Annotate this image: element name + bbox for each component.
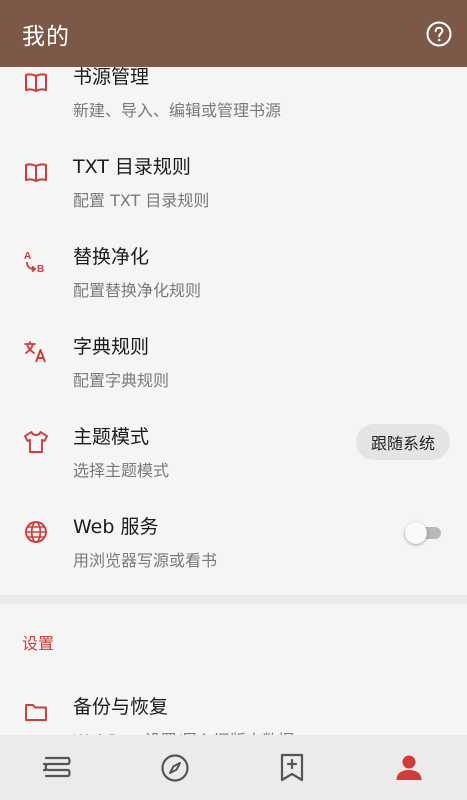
theme-mode-value-button[interactable]: 跟随系统 — [355, 424, 450, 460]
nav-tab-bookshelf[interactable] — [0, 735, 117, 800]
menu-item-web-service[interactable]: Web 服务 用浏览器写源或看书 — [0, 487, 467, 577]
menu-item-title: 主题模式 — [73, 426, 150, 448]
book-open-icon — [23, 159, 49, 185]
book-open-icon — [23, 69, 49, 95]
menu-item-title: 字典规则 — [73, 336, 150, 358]
toggle-thumb — [405, 522, 427, 544]
translate-icon — [23, 339, 49, 365]
menu-item-dict-rules[interactable]: 字典规则 配置字典规则 — [0, 307, 467, 397]
menu-item-subtitle: 配置替换净化规则 — [73, 281, 202, 300]
menu-item-backup-restore[interactable]: 备份与恢复 WebDav 设置/导入旧版本数据 — [0, 667, 467, 735]
bookshelf-icon — [43, 756, 71, 777]
person-icon — [396, 755, 422, 780]
menu-item-title: 书源管理 — [73, 67, 150, 88]
bookmark-add-icon — [280, 753, 303, 781]
folder-icon — [23, 699, 49, 725]
settings-section: 设置 备份与恢复 WebDav 设置/导入旧版本数据 — [0, 604, 467, 735]
help-circle-icon — [426, 21, 452, 46]
menu-item-title: 备份与恢复 — [73, 696, 169, 718]
menu-item-replace-purify[interactable]: A B 替换净化 配置替换净化规则 — [0, 217, 467, 307]
svg-text:B: B — [37, 264, 44, 275]
menu-item-subtitle: 新建、导入、编辑或管理书源 — [73, 101, 282, 120]
nav-tab-rss[interactable] — [234, 735, 351, 800]
compass-icon — [161, 753, 189, 782]
menu-item-subtitle: 配置 TXT 目录规则 — [73, 191, 210, 210]
menu-item-title: Web 服务 — [73, 516, 159, 538]
page-title: 我的 — [22, 23, 70, 50]
menu-item-title: TXT 目录规则 — [73, 156, 191, 178]
section-divider — [0, 595, 467, 604]
replace-ab-icon: A B — [23, 249, 49, 275]
nav-tab-discover[interactable] — [117, 735, 234, 800]
menu-item-txt-toc-rules[interactable]: TXT 目录规则 配置 TXT 目录规则 — [0, 127, 467, 217]
content-area[interactable]: 书源管理 新建、导入、编辑或管理书源 TXT 目录规则 配置 TXT 目录规则 … — [0, 67, 467, 735]
menu-item-theme-mode[interactable]: 主题模式 选择主题模式 跟随系统 — [0, 397, 467, 487]
menu-item-subtitle: 配置字典规则 — [73, 371, 170, 390]
globe-icon — [23, 519, 49, 545]
nav-tab-my[interactable] — [350, 735, 467, 800]
bottom-navigation — [0, 735, 467, 800]
app-bar: 我的 — [0, 0, 467, 67]
settings-section-header: 设置 — [22, 634, 55, 653]
tshirt-icon — [23, 429, 49, 455]
menu-item-book-source[interactable]: 书源管理 新建、导入、编辑或管理书源 — [0, 67, 467, 127]
web-service-toggle[interactable] — [405, 522, 441, 544]
menu-item-subtitle: WebDav 设置/导入旧版本数据 — [73, 727, 294, 735]
menu-item-title: 替换净化 — [73, 246, 150, 268]
main-section: 书源管理 新建、导入、编辑或管理书源 TXT 目录规则 配置 TXT 目录规则 … — [0, 67, 467, 595]
menu-item-subtitle: 用浏览器写源或看书 — [73, 551, 218, 570]
svg-text:A: A — [24, 251, 31, 262]
menu-item-subtitle: 选择主题模式 — [73, 461, 170, 480]
help-button[interactable] — [424, 19, 454, 49]
